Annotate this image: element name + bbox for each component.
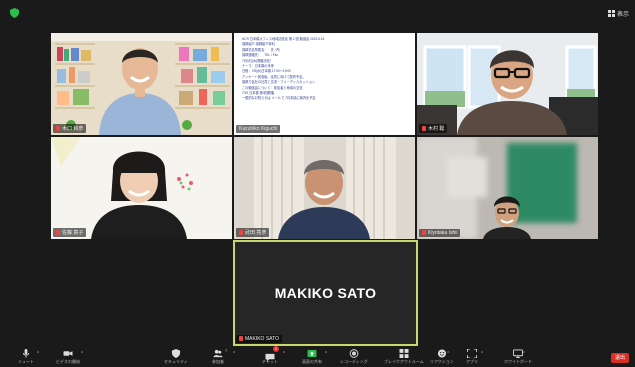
- mic-muted-icon: [239, 336, 243, 342]
- chevron-up-icon[interactable]: ⌃: [36, 351, 40, 357]
- chevron-up-icon[interactable]: ⌃: [522, 351, 526, 357]
- mic-muted-icon: [239, 230, 243, 236]
- mic-muted-icon: [56, 230, 60, 236]
- chevron-up-icon[interactable]: ⌃: [480, 351, 484, 357]
- chevron-up-icon[interactable]: ⌃: [80, 351, 84, 357]
- mic-muted-icon: [56, 126, 60, 132]
- security-button[interactable]: セキュリティ: [164, 349, 188, 365]
- participant-video: [234, 137, 415, 239]
- doc-line: 一般的なお知らせは メールで 7月末頃に案内を予定: [242, 96, 316, 101]
- microphone-icon: [22, 349, 30, 358]
- breakout-rooms-button[interactable]: ブレイクアウトルーム: [384, 349, 424, 365]
- participant-name-tag: Kiyotaka Ishii: [419, 229, 461, 237]
- active-speaker-tile[interactable]: MAKIKO SATO MAKIKO SATO: [233, 240, 418, 346]
- record-button[interactable]: レコーディング: [340, 349, 368, 365]
- shield-icon[interactable]: [10, 8, 19, 18]
- toolbar-label: ブレイクアウトルーム: [384, 359, 424, 364]
- video-tile-1[interactable]: 木口 和彦: [51, 33, 232, 135]
- video-tile-6[interactable]: Kiyotaka Ishii: [417, 137, 598, 239]
- toolbar-label: セキュリティ: [164, 359, 188, 364]
- shared-document: NCR 日本橋オフィス地域活性化 第 2 回 勉強会 2023.6.24 講師紹…: [242, 37, 409, 102]
- mic-muted-icon: [422, 126, 426, 132]
- participant-video: [417, 137, 598, 239]
- toolbar-label: ビデオの開始: [56, 359, 80, 364]
- participant-name-tag: 木村 聡: [419, 124, 448, 133]
- shield-icon: [171, 349, 180, 358]
- participant-name-tag: 木口 和彦: [53, 124, 87, 133]
- toolbar-label: 参加者: [212, 359, 224, 364]
- share-screen-icon: [307, 349, 317, 358]
- chevron-up-icon[interactable]: ⌃: [324, 351, 328, 357]
- toolbar-label: リアクション: [430, 359, 454, 364]
- leave-meeting-button[interactable]: 退出: [611, 353, 629, 363]
- breakout-rooms-icon: [399, 349, 409, 358]
- toolbar-label: ホワイトボード: [504, 359, 532, 364]
- toolbar-label: アプリ: [466, 359, 478, 364]
- reactions-button[interactable]: リアクション: [430, 349, 454, 365]
- chat-unread-badge: 1: [272, 346, 279, 352]
- whiteboard-button[interactable]: ホワイトボード: [504, 349, 532, 365]
- meeting-top-bar: 表示: [0, 0, 635, 28]
- video-tile-2[interactable]: NCR 日本橋オフィス地域活性化 第 2 回 勉強会 2023.6.24 講師紹…: [234, 33, 415, 135]
- participant-video: [417, 33, 598, 135]
- chat-button[interactable]: 1 チャット: [262, 346, 279, 365]
- chevron-up-icon[interactable]: ⌃: [232, 351, 236, 357]
- participant-name-tag: 武田 亮彦: [236, 228, 270, 237]
- participant-name-tag: Kazuhiko Kiguchi: [236, 125, 281, 133]
- chevron-up-icon[interactable]: ⌃: [282, 351, 286, 357]
- chat-icon: 1: [265, 346, 279, 362]
- participant-name-tag: MAKIKO SATO: [236, 335, 282, 343]
- meeting-toolbar: ミュート ⌃ ビデオの開始 ⌃ セキュリティ 参加者 7 ⌃ 1 チャット ⌃ …: [0, 346, 635, 367]
- mic-muted-icon: [422, 230, 426, 236]
- share-screen-button[interactable]: 画面の共有: [302, 349, 322, 365]
- record-icon: [349, 349, 359, 358]
- start-video-button[interactable]: ビデオの開始: [56, 349, 80, 365]
- toolbar-label: レコーディング: [340, 359, 368, 364]
- toolbar-label: 画面の共有: [302, 359, 322, 364]
- participant-video: [51, 33, 232, 135]
- apps-icon: [467, 349, 477, 358]
- participant-name-tag: 佐藤 真子: [53, 228, 87, 237]
- grid-icon: [607, 10, 615, 17]
- participant-count: 7: [225, 348, 228, 353]
- video-tile-4[interactable]: 佐藤 真子: [51, 137, 232, 239]
- chevron-up-icon[interactable]: ⌃: [446, 351, 450, 357]
- active-speaker-name: MAKIKO SATO: [274, 285, 377, 301]
- mute-button[interactable]: ミュート: [18, 349, 34, 365]
- participants-icon: [213, 349, 223, 358]
- apps-button[interactable]: アプリ: [466, 349, 478, 365]
- video-camera-icon: [63, 351, 73, 356]
- participant-video: [51, 137, 232, 239]
- view-button-label: 表示: [616, 12, 629, 18]
- video-tile-3[interactable]: 木村 聡: [417, 33, 598, 135]
- participants-button[interactable]: 参加者: [212, 349, 224, 365]
- toolbar-label: ミュート: [18, 359, 34, 364]
- view-button[interactable]: 表示: [607, 9, 629, 18]
- video-tile-5[interactable]: 武田 亮彦: [234, 137, 415, 239]
